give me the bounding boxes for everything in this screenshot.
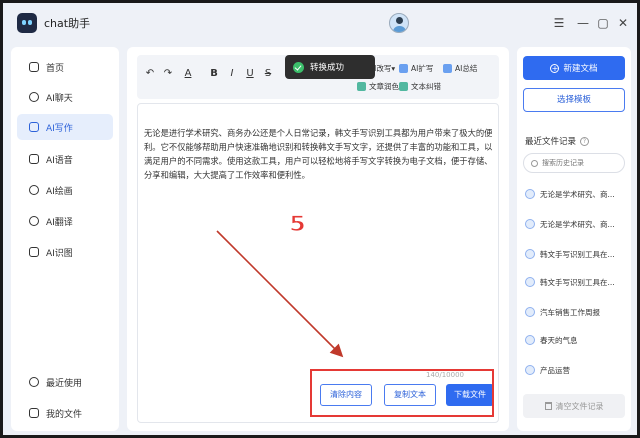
sidebar-item-label: 最近使用 [46,378,83,389]
recent-files-title: 最近文件记录 [525,137,577,147]
text-correction-button[interactable]: 文本纠错 [399,81,441,92]
sidebar-item-my-files[interactable]: 我的文件 [17,400,113,426]
recent-file-item[interactable]: 无论是学术研究、商... [525,217,625,231]
sidebar-item-label: AI聊天 [46,93,73,104]
chat-icon [29,92,39,102]
polish-icon [357,82,366,91]
sidebar-item-ai-voice[interactable]: AI语音 [17,146,113,172]
annotation-text: 第⑤步下载文件 [244,203,499,246]
history-search[interactable] [523,153,625,173]
recent-file-item[interactable]: 韩文手写识别工具在... [525,247,625,261]
search-icon [531,159,538,167]
toast-text: 转换成功 [310,63,345,73]
sidebar-item-ai-image-recognition[interactable]: AI识图 [17,239,113,265]
sidebar: 首页 AI聊天 AI写作 AI语音 AI绘画 AI翻译 AI识图 最近使用 我的… [11,47,119,431]
ai-expand-label: AI扩写 [411,64,434,73]
choose-template-button[interactable]: 选择模板 [523,88,625,112]
recent-files-heading: 最近文件记录 ? [525,135,590,147]
right-panel: + 新建文档 选择模板 最近文件记录 ? 无论是学术研究、商... 无论是学术研… [517,47,631,431]
polish-article-button[interactable]: 文章润色 [357,81,399,92]
file-icon [29,408,39,418]
voice-icon [29,154,39,164]
app-logo-icon [17,13,37,33]
undo-button[interactable]: ↶ [143,68,157,79]
redo-button[interactable]: ↷ [161,68,175,79]
sidebar-item-label: AI写作 [46,123,73,134]
correction-label: 文本纠错 [411,82,441,91]
underline-button[interactable]: U [243,68,257,79]
annotation-highlight-box [310,369,494,417]
sidebar-item-ai-translate[interactable]: AI翻译 [17,208,113,234]
recent-file-name: 无论是学术研究、商... [540,219,615,229]
trash-icon [544,402,552,410]
image-recognition-icon [29,247,39,257]
ai-summary-label: AI总结 [455,64,478,73]
ai-expand-icon [399,64,408,73]
app-window: chat助手 ☰ — ▢ ✕ 首页 AI聊天 AI写作 AI语音 AI绘画 AI… [3,3,637,435]
sidebar-item-label: 我的文件 [46,409,83,420]
recent-file-item[interactable]: 春天的气息 [525,333,625,347]
user-avatar[interactable] [389,13,409,33]
sidebar-item-label: 首页 [46,63,65,74]
font-color-button[interactable]: A [181,68,195,79]
new-document-button[interactable]: + 新建文档 [523,56,625,80]
minimize-button[interactable]: — [575,15,591,31]
polish-label: 文章润色 [369,82,399,91]
sidebar-item-ai-write[interactable]: AI写作 [17,114,113,140]
correction-icon [399,82,408,91]
recent-file-item[interactable]: 无论是学术研究、商... [525,187,625,201]
document-icon [525,219,535,229]
close-button[interactable]: ✕ [615,15,631,31]
document-icon [525,307,535,317]
strikethrough-button[interactable]: S [261,68,275,79]
recent-file-name: 韩文手写识别工具在... [540,249,615,259]
recent-file-name: 汽车销售工作周报 [540,307,600,317]
document-icon [525,249,535,259]
editor-content[interactable]: 无论是进行学术研究、商务办公还是个人日常记录，韩文手写识别工具都为用户带来了极大… [144,126,494,182]
document-icon [525,365,535,375]
clear-history-button[interactable]: 清空文件记录 [523,394,625,418]
app-title: chat助手 [44,17,91,30]
document-icon [525,189,535,199]
ai-summary-button[interactable]: AI总结 [443,63,477,74]
check-circle-icon [293,61,304,73]
clear-history-label: 清空文件记录 [555,401,604,411]
ai-expand-button[interactable]: AI扩写 [399,63,433,74]
write-icon [29,122,39,132]
recent-file-item[interactable]: 产品运营 [525,363,625,377]
history-search-input[interactable] [542,159,622,167]
sidebar-item-recent[interactable]: 最近使用 [17,369,113,395]
sidebar-item-ai-paint[interactable]: AI绘画 [17,177,113,203]
ai-summary-icon [443,64,452,73]
title-bar: chat助手 [3,3,637,43]
sidebar-item-home[interactable]: 首页 [17,54,113,80]
recent-file-item[interactable]: 汽车销售工作周报 [525,305,625,319]
paint-icon [29,185,39,195]
translate-icon [29,216,39,226]
maximize-button[interactable]: ▢ [595,15,611,31]
recent-file-item[interactable]: 韩文手写识别工具在... [525,275,625,289]
bold-button[interactable]: B [207,68,221,79]
new-document-label: 新建文档 [563,64,598,74]
recent-file-name: 韩文手写识别工具在... [540,277,615,287]
menu-icon[interactable]: ☰ [551,15,567,31]
italic-button[interactable]: I [225,68,239,79]
clock-icon [29,377,39,387]
recent-file-name: 产品运营 [540,365,570,375]
home-icon [29,62,39,72]
sidebar-item-ai-chat[interactable]: AI聊天 [17,84,113,110]
document-icon [525,277,535,287]
document-icon [525,335,535,345]
sidebar-item-label: AI语音 [46,155,73,166]
sidebar-item-label: AI翻译 [46,217,73,228]
sidebar-item-label: AI绘画 [46,186,73,197]
sidebar-item-label: AI识图 [46,248,73,259]
success-toast: 转换成功 [285,55,375,79]
recent-file-name: 无论是学术研究、商... [540,189,615,199]
help-icon[interactable]: ? [580,136,590,146]
plus-icon: + [550,63,560,73]
recent-file-name: 春天的气息 [540,335,578,345]
